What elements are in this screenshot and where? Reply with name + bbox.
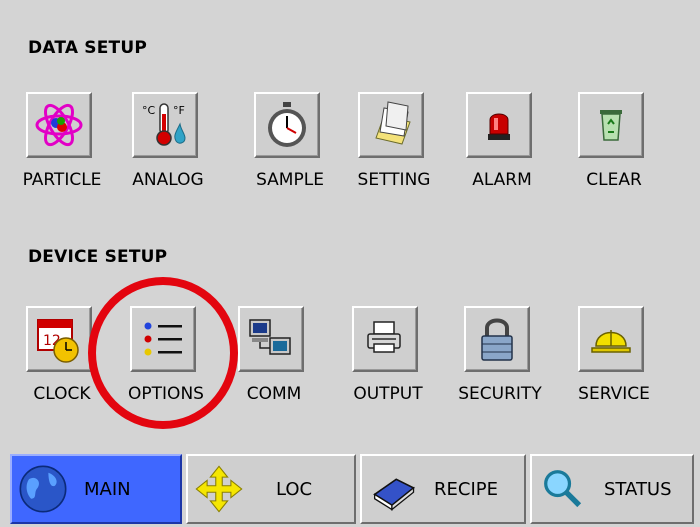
analog-button[interactable]: °C °F	[132, 92, 198, 158]
options-tile[interactable]: OPTIONS	[112, 306, 220, 426]
service-label: SERVICE	[578, 384, 650, 404]
calendar-clock-icon: 12	[37, 319, 79, 363]
comm-tile[interactable]: COMM	[220, 306, 328, 426]
comm-label: COMM	[246, 384, 302, 404]
setup-screen: DATA SETUP PARTICLE °C °F ANALOG SAMPLE …	[0, 0, 700, 527]
loc-tab[interactable]: LOC	[186, 454, 356, 524]
analog-tile[interactable]: °C °F ANALOG	[114, 92, 222, 212]
move-arrows-icon	[195, 465, 243, 513]
sample-tile[interactable]: SAMPLE	[236, 92, 344, 212]
computers-icon	[249, 319, 291, 355]
clock-button[interactable]: 12	[26, 306, 92, 372]
alarm-label: ALARM	[472, 170, 532, 190]
service-button[interactable]	[578, 306, 644, 372]
clear-button[interactable]	[578, 92, 644, 158]
alarm-button[interactable]	[466, 92, 532, 158]
service-tile[interactable]: SERVICE	[560, 306, 668, 426]
clear-label: CLEAR	[586, 170, 642, 190]
particle-tile[interactable]: PARTICLE	[8, 92, 116, 212]
alarm-light-icon	[488, 113, 510, 140]
clock-tile[interactable]: 12 CLOCK	[8, 306, 116, 426]
output-tile[interactable]: OUTPUT	[334, 306, 442, 426]
thermometer-icon: °C °F	[142, 103, 186, 146]
status-tab[interactable]: STATUS	[530, 454, 694, 524]
particle-button[interactable]	[26, 92, 92, 158]
options-button[interactable]	[130, 306, 196, 372]
list-icon	[144, 322, 182, 356]
analog-label: ANALOG	[132, 170, 204, 190]
sample-button[interactable]	[254, 92, 320, 158]
output-button[interactable]	[352, 306, 418, 372]
padlock-icon	[481, 318, 513, 361]
globe-icon	[19, 465, 67, 513]
bottom-nav: MAIN LOC RECIPE STATUS	[0, 451, 700, 527]
setting-label: SETTING	[357, 170, 431, 190]
setting-tile[interactable]: SETTING	[340, 92, 448, 212]
clear-tile[interactable]: CLEAR	[560, 92, 668, 212]
data-setup-title: DATA SETUP	[28, 38, 148, 58]
security-label: SECURITY	[458, 384, 542, 404]
recipe-tab[interactable]: RECIPE	[360, 454, 526, 524]
main-tab-label: MAIN	[84, 478, 131, 500]
recycle-bin-icon	[600, 110, 622, 141]
device-setup-title: DEVICE SETUP	[28, 247, 168, 267]
svg-text:°F: °F	[173, 104, 185, 117]
alarm-tile[interactable]: ALARM	[448, 92, 556, 212]
magnifier-icon	[544, 470, 582, 508]
svg-text:°C: °C	[142, 104, 156, 117]
output-label: OUTPUT	[353, 384, 423, 404]
security-button[interactable]	[464, 306, 530, 372]
printer-icon	[367, 321, 401, 353]
stopwatch-icon	[268, 102, 306, 147]
atom-icon	[35, 103, 83, 147]
security-tile[interactable]: SECURITY	[446, 306, 554, 426]
loc-tab-label: LOC	[276, 478, 313, 500]
options-label: OPTIONS	[128, 384, 204, 404]
recipe-tab-label: RECIPE	[434, 478, 498, 500]
status-tab-label: STATUS	[604, 478, 672, 500]
setting-button[interactable]	[358, 92, 424, 158]
hard-hat-icon	[591, 330, 631, 353]
papers-icon	[375, 101, 411, 145]
book-icon	[373, 478, 416, 511]
main-tab[interactable]: MAIN	[10, 454, 182, 524]
comm-button[interactable]	[238, 306, 304, 372]
